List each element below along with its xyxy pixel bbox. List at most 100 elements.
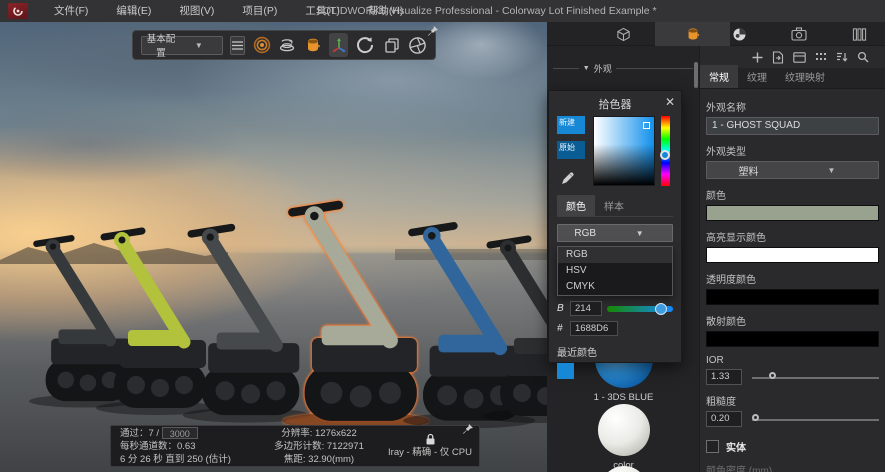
scene-render (0, 22, 547, 472)
resolution: 分辨率: 1276x622 (257, 427, 381, 440)
app-logo[interactable] (8, 3, 28, 19)
hex-label: # (557, 323, 565, 334)
status-renderer-column: Iray - 精确 - 仅 CPU (381, 433, 479, 459)
menu-view[interactable]: 视图(V) (165, 0, 228, 22)
close-icon[interactable]: ✕ (665, 95, 675, 109)
tab-cameras[interactable] (783, 22, 815, 46)
roughness-input[interactable]: 0.20 (706, 411, 742, 427)
recent-colors-label: 最近颜色 (557, 344, 673, 359)
render-status-bar: 通过：7 / 3000 每秒通道数：0.63 6 分 26 秒 直到 250 (… (110, 425, 480, 467)
divider (553, 68, 579, 69)
menu-project[interactable]: 项目(P) (228, 0, 291, 22)
blue-channel-slider[interactable] (607, 303, 673, 315)
render-eta: 6 分 26 秒 直到 250 (估计) (120, 453, 257, 466)
models-cube-icon (616, 27, 631, 42)
hue-slider[interactable] (661, 116, 670, 186)
move-tool-button[interactable] (329, 33, 348, 57)
render-viewport[interactable]: 基本配置 ▼ (0, 22, 547, 472)
colorway-target-icon (253, 36, 271, 54)
copy-tool-icon (383, 36, 401, 54)
solid-checkbox[interactable] (706, 440, 719, 453)
highlight-color-swatch[interactable] (706, 247, 879, 263)
appearance-type-value: 塑料 (707, 163, 790, 178)
tab-general[interactable]: 常规 (700, 65, 738, 88)
ior-slider[interactable] (752, 370, 879, 385)
add-icon[interactable] (752, 52, 763, 63)
slider-thumb[interactable] (769, 372, 776, 379)
layout-icon[interactable] (793, 52, 806, 63)
statusbar-pin-button[interactable] (461, 423, 474, 436)
config-list-button[interactable] (230, 36, 245, 55)
vehicle-selected-olive[interactable] (283, 205, 429, 429)
appearance-item-partial[interactable] (547, 466, 700, 472)
dialog-title-bar[interactable]: 拾色器 ✕ (557, 91, 673, 116)
toolbar-pin-button[interactable] (426, 25, 439, 38)
menu-edit[interactable]: 编辑(E) (102, 0, 165, 22)
rotate-tool-button[interactable] (355, 33, 375, 57)
solid-label: 实体 (726, 439, 746, 454)
appearance-type-dropdown[interactable]: 塑料 ▼ (706, 161, 879, 179)
copy-tool-button[interactable] (382, 33, 401, 57)
focal-length: 焦距: 32.90(mm) (257, 453, 381, 466)
tab-texture-mapping[interactable]: 纹理映射 (776, 65, 834, 88)
appearances-bucket-icon (685, 26, 701, 42)
status-progress-column: 通过：7 / 3000 每秒通道数：0.63 6 分 26 秒 直到 250 (… (111, 427, 257, 466)
hex-input[interactable]: 1688D6 (570, 321, 618, 336)
scatter-color-swatch[interactable] (706, 331, 879, 347)
recent-color-swatch[interactable] (557, 363, 574, 379)
color-field-marker[interactable] (643, 122, 650, 129)
appearance-type-label: 外观类型 (706, 143, 879, 158)
divider (616, 68, 693, 69)
ior-label: IOR (706, 355, 879, 366)
sort-icon[interactable] (836, 51, 848, 63)
new-color-swatch[interactable]: 新建 (557, 116, 585, 134)
render-aperture-button[interactable] (408, 33, 427, 57)
tab-appearances[interactable] (655, 22, 730, 46)
configuration-dropdown[interactable]: 基本配置 ▼ (141, 36, 223, 55)
slider-thumb[interactable] (752, 414, 759, 421)
menu-option-rgb[interactable]: RGB (558, 247, 672, 263)
tab-renders[interactable] (843, 22, 875, 46)
passes-max-input[interactable]: 3000 (162, 427, 198, 439)
paint-bucket-icon (304, 36, 322, 54)
tab-models[interactable] (607, 22, 639, 46)
color-swatch[interactable] (706, 205, 879, 221)
appearance-name-input[interactable]: 1 - GHOST SQUAD (706, 117, 879, 135)
tab-texture[interactable]: 纹理 (738, 65, 776, 88)
pin-icon (461, 423, 474, 436)
eyedropper-icon[interactable] (560, 171, 575, 186)
roughness-slider[interactable] (752, 412, 879, 427)
palette-section-header[interactable]: ▼ 外观 (547, 62, 699, 75)
import-icon[interactable] (772, 51, 784, 64)
color-mode-dropdown[interactable]: RGB ▼ (557, 224, 673, 242)
config-list-icon (232, 41, 243, 50)
original-color-swatch[interactable]: 原始 (557, 141, 585, 159)
tab-swatches[interactable]: 样本 (595, 195, 633, 216)
grid-view-icon[interactable] (815, 51, 827, 63)
tab-environments[interactable] (723, 22, 755, 46)
color-label: 颜色 (706, 187, 879, 202)
pin-icon (426, 25, 439, 38)
tab-color[interactable]: 颜色 (557, 195, 595, 216)
blue-channel-input[interactable]: 214 (570, 301, 602, 316)
configuration-dropdown-label: 基本配置 (142, 31, 180, 59)
appearance-label: 1 - 3DS BLUE (547, 392, 700, 403)
appearance-item-color[interactable]: color (547, 404, 700, 471)
saturation-value-field[interactable] (593, 116, 655, 186)
ior-input[interactable]: 1.33 (706, 369, 742, 385)
slider-thumb[interactable] (655, 303, 667, 315)
appearance-properties-panel: 常规 纹理 纹理映射 外观名称 1 - GHOST SQUAD 外观类型 塑料 … (700, 46, 885, 472)
turntable-button[interactable] (278, 33, 297, 57)
menu-option-cmyk[interactable]: CMYK (558, 279, 672, 295)
transparency-color-swatch[interactable] (706, 289, 879, 305)
renders-columns-icon (852, 27, 867, 42)
palette-scrollbar[interactable] (694, 62, 698, 88)
hue-slider-thumb[interactable] (660, 150, 670, 160)
status-scene-column: 分辨率: 1276x622 多边形计数: 7122971 焦距: 32.90(m… (257, 427, 381, 466)
search-icon[interactable] (857, 51, 869, 63)
menu-option-hsv[interactable]: HSV (558, 263, 672, 279)
colorway-target-button[interactable] (252, 33, 271, 57)
paint-bucket-button[interactable] (304, 33, 323, 57)
highlight-color-label: 高亮显示颜色 (706, 229, 879, 244)
menu-file[interactable]: 文件(F) (40, 0, 102, 22)
